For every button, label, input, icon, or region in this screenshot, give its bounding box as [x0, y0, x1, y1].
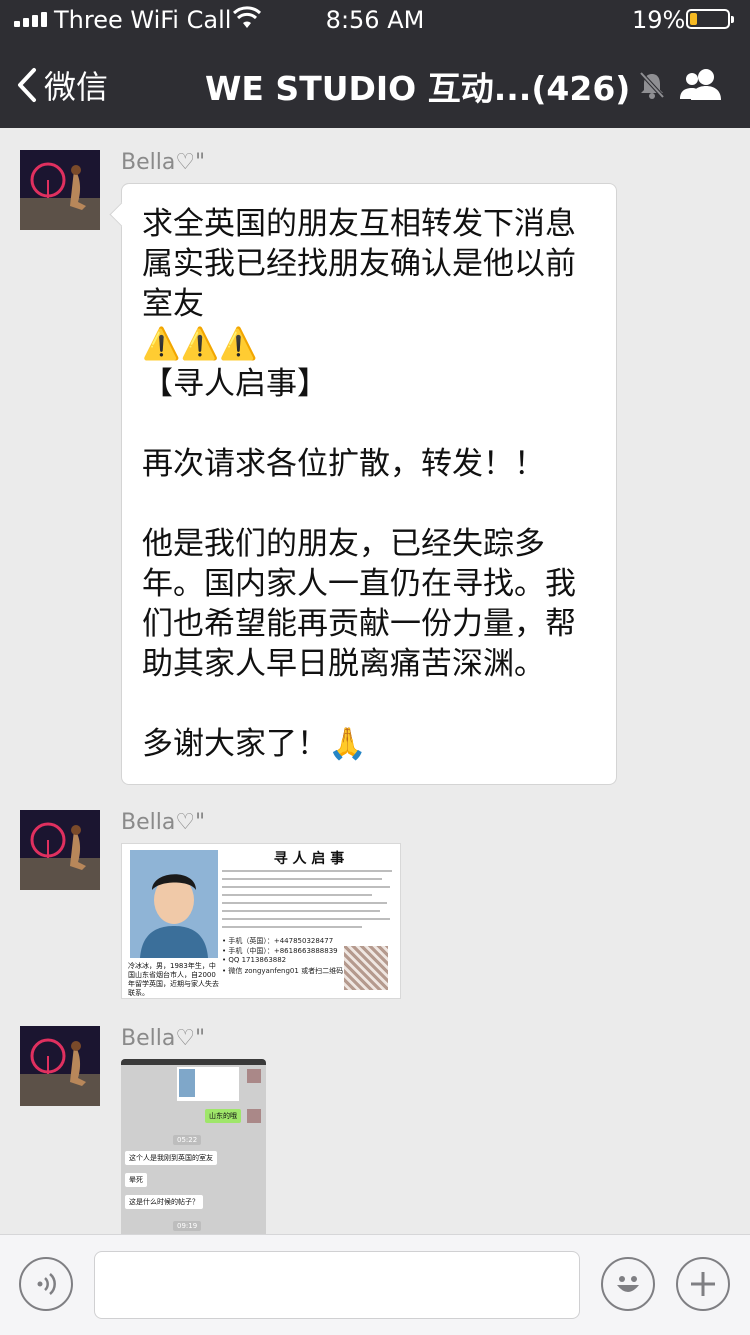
warning-emoji-line: ⚠️⚠️⚠️	[142, 326, 258, 362]
mute-bell-icon	[638, 70, 666, 104]
sender-name: Bella♡"	[121, 810, 206, 835]
chat-screenshot-image[interactable]: 山东的哦 05:22 这个人是我刚到英国的室友 晕死 这是什么时候的帖子？ 09…	[121, 1059, 266, 1239]
poster-title: 寻 人 启 事	[273, 851, 345, 867]
poster-bio: 冷冰冰，男，1983年生，中国山东省烟台市人，自2000年留学英国，近期与家人失…	[128, 962, 219, 997]
message-line: 他是我们的朋友，已经失踪多	[142, 526, 545, 562]
more-button[interactable]	[676, 1257, 730, 1311]
emoji-icon	[617, 1276, 639, 1292]
message-line: 再次请求各位扩散，转发！！	[142, 446, 545, 482]
message-line: 属实我已经找朋友确认是他以前	[142, 246, 576, 282]
message-line	[142, 404, 596, 444]
avatar[interactable]	[20, 1026, 100, 1106]
back-label: 微信	[44, 68, 109, 106]
message-line: 们也希望能再贡献一份力量，帮	[142, 606, 576, 642]
message-line	[142, 684, 596, 724]
top-bar: Three WiFi Call 8:56 AM 19% 微信 WE STUDIO…	[0, 0, 750, 128]
message-line: 室友	[142, 286, 204, 322]
message-line: 求全英国的朋友互相转发下消息	[142, 206, 576, 242]
plus-icon	[691, 1272, 715, 1296]
message-line: 助其家人早日脱离痛苦深渊。	[142, 646, 545, 682]
message-line: 【寻人启事】	[142, 366, 328, 402]
poster-contact: • 微信 zongyanfeng01 或者扫二维码	[222, 967, 344, 975]
input-bar	[0, 1234, 750, 1335]
sender-name: Bella♡"	[121, 1026, 206, 1051]
poster-contact: • 手机（英国）：+447850328477	[222, 937, 334, 945]
back-button[interactable]: 微信	[16, 62, 108, 108]
poster-contact: • 手机（中国）：+8618663888839	[222, 947, 338, 955]
voice-icon	[37, 1273, 56, 1295]
poster-contact: • QQ 1713863882	[222, 956, 287, 964]
avatar[interactable]	[20, 150, 100, 230]
navigation-bar: 微信 WE STUDIO 互动...(426)	[0, 40, 750, 128]
message-line: 多谢大家了！🙏	[142, 726, 367, 762]
avatar[interactable]	[20, 810, 100, 890]
person-photo	[130, 850, 218, 958]
group-members-icon[interactable]	[678, 66, 726, 106]
message-line	[142, 484, 596, 524]
battery-icon	[686, 9, 734, 29]
status-bar: Three WiFi Call 8:56 AM 19%	[0, 0, 750, 40]
qr-code-icon	[344, 946, 388, 990]
emoji-button[interactable]	[601, 1257, 655, 1311]
screenshot-message: 山东的哦	[205, 1109, 241, 1123]
message-input[interactable]	[94, 1251, 580, 1319]
screenshot-timestamp: 05:22	[173, 1135, 202, 1145]
voice-button[interactable]	[19, 1257, 73, 1311]
screenshot-timestamp: 09:19	[173, 1221, 202, 1231]
missing-person-poster-image[interactable]: 寻 人 启 事 • 手机（英国）：+447850328477 • 手机（中国）：…	[121, 843, 401, 999]
screenshot-message: 这是什么时候的帖子？	[125, 1195, 203, 1209]
chevron-left-icon	[18, 68, 36, 102]
screenshot-message: 晕死	[125, 1173, 147, 1187]
sender-name: Bella♡"	[121, 150, 206, 175]
battery-level	[690, 13, 697, 25]
message-bubble[interactable]: 求全英国的朋友互相转发下消息 属实我已经找朋友确认是他以前 室友 ⚠️⚠️⚠️ …	[121, 183, 617, 785]
message-line: 年。国内家人一直仍在寻找。我	[142, 566, 576, 602]
chat-title: WE STUDIO 互动...(426)	[205, 69, 631, 108]
battery-percent: 19%	[632, 6, 686, 34]
screenshot-message: 这个人是我刚到英国的室友	[125, 1151, 217, 1165]
